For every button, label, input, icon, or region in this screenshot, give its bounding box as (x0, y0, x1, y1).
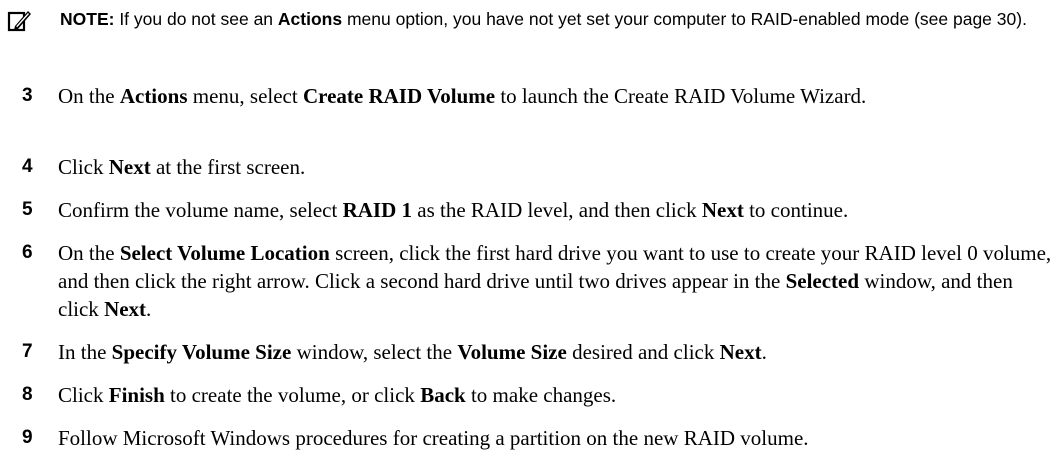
step-text-segment: Click (58, 383, 109, 407)
step-text-segment: menu, select (187, 84, 303, 108)
step-text-segment: window, select the (291, 340, 458, 364)
ui-term: Back (420, 383, 466, 407)
ui-term: Select Volume Location (119, 241, 330, 265)
step-text-segment: On the (58, 241, 120, 265)
note-label: NOTE: (60, 9, 115, 29)
step-number: 6 (22, 242, 33, 263)
step-text-segment: On the (58, 84, 120, 108)
step-text-segment: as the RAID level, and then click (412, 198, 702, 222)
step-text-segment: Confirm the volume name, select (58, 198, 343, 222)
ui-term: RAID 1 (342, 198, 413, 222)
ui-term: Create RAID Volume (302, 84, 496, 108)
step-text: In the Specify Volume Size window, selec… (58, 338, 1058, 366)
step-text: Click Next at the first screen. (58, 153, 1058, 181)
step-text: On the Actions menu, select Create RAID … (58, 82, 1058, 110)
ui-term: Next (104, 297, 147, 321)
note-text: NOTE: If you do not see an Actions menu … (60, 6, 1050, 32)
step-text-segment: . (761, 340, 767, 364)
step-text-segment: Click (58, 155, 109, 179)
step-text: Click Finish to create the volume, or cl… (58, 381, 1058, 409)
step-text-segment: to launch the Create RAID Volume Wizard. (495, 84, 867, 108)
note-text-segment: If you do not see an (114, 9, 278, 29)
step-text-segment: Follow Microsoft Windows procedures for … (58, 426, 809, 450)
step-text-segment: to create the volume, or click (164, 383, 421, 407)
step-text-segment: to make changes. (465, 383, 617, 407)
actions-term: Actions (277, 9, 343, 29)
step-text-segment: at the first screen. (150, 155, 306, 179)
step-text: On the Select Volume Location screen, cl… (58, 239, 1058, 323)
pencil-note-icon (6, 7, 32, 33)
ui-term: Actions (119, 84, 188, 108)
step-text-segment: desired and click (566, 340, 720, 364)
ui-term: Next (108, 155, 151, 179)
step-text-segment: . (146, 297, 152, 321)
ui-term: Specify Volume Size (111, 340, 292, 364)
step-text: Follow Microsoft Windows procedures for … (58, 424, 1058, 452)
ui-term: Next (719, 340, 762, 364)
step-number: 7 (22, 341, 33, 362)
note-text-segment: menu option, you have not yet set your c… (342, 9, 1027, 29)
step-number: 9 (22, 427, 33, 448)
step-number: 3 (22, 85, 33, 106)
ui-term: Selected (785, 269, 860, 293)
step-number: 8 (22, 384, 33, 405)
step-text: Confirm the volume name, select RAID 1 a… (58, 196, 1058, 224)
ui-term: Finish (108, 383, 165, 407)
ui-term: Next (701, 198, 744, 222)
step-text-segment: In the (58, 340, 112, 364)
step-number: 4 (22, 156, 33, 177)
step-number: 5 (22, 199, 33, 220)
ui-term: Volume Size (457, 340, 567, 364)
step-text-segment: to continue. (743, 198, 849, 222)
